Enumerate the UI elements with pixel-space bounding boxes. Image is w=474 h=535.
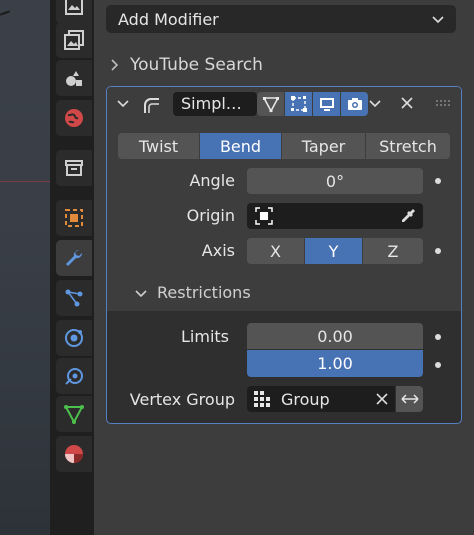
tab-modifiers[interactable] xyxy=(56,240,92,276)
world-icon xyxy=(65,109,83,127)
axis-z-button[interactable]: Z xyxy=(363,238,423,264)
drag-grip-icon[interactable] xyxy=(435,99,453,107)
empty-object-icon xyxy=(255,207,273,225)
material-icon xyxy=(65,445,83,463)
tab-collection[interactable] xyxy=(56,150,92,186)
properties-tab-column xyxy=(50,0,94,535)
vertex-group-value: Group xyxy=(281,389,330,409)
eyedropper-icon[interactable] xyxy=(399,207,417,225)
viewport-line xyxy=(0,10,11,16)
physics-icon xyxy=(65,329,83,347)
properties-panel: Add Modifier YouTube Search Simpl… Twist… xyxy=(94,0,474,535)
tab-data[interactable] xyxy=(56,396,92,432)
axis-x-button[interactable]: X xyxy=(247,238,305,264)
angle-field[interactable]: 0° xyxy=(247,168,423,194)
keyframe-dot[interactable] xyxy=(435,248,441,254)
tab-object[interactable] xyxy=(56,200,92,236)
origin-label: Origin xyxy=(186,206,235,225)
limits-label: Limits xyxy=(181,327,229,346)
add-modifier-label: Add Modifier xyxy=(118,9,219,29)
origin-field[interactable] xyxy=(247,203,423,229)
axis-y-button[interactable]: Y xyxy=(305,238,363,264)
modifier-header: Simpl… xyxy=(107,87,461,121)
chevron-down-icon[interactable] xyxy=(369,97,381,109)
youtube-search-panel-header[interactable]: YouTube Search xyxy=(108,52,458,78)
restrictions-label: Restrictions xyxy=(157,283,251,302)
viewport-display-toggle[interactable] xyxy=(313,92,340,116)
youtube-search-label: YouTube Search xyxy=(130,55,263,75)
invert-arrows-icon xyxy=(400,394,419,404)
on-cage-toggle[interactable] xyxy=(285,92,312,116)
tab-world[interactable] xyxy=(56,100,92,136)
limit-max-field[interactable]: 1.00 xyxy=(247,350,423,377)
tab-stretch[interactable]: Stretch xyxy=(366,133,450,159)
edit-mode-icon xyxy=(262,97,279,113)
simple-deform-icon xyxy=(144,98,159,113)
chevron-down-icon xyxy=(135,289,147,297)
camera-icon xyxy=(347,98,362,110)
vertex-group-label: Vertex Group xyxy=(129,390,235,409)
modifier-wrench-icon xyxy=(66,249,83,266)
keyframe-dot[interactable] xyxy=(435,334,441,340)
axis-selector: X Y Z xyxy=(247,238,423,264)
restrictions-subpanel-header[interactable]: Restrictions xyxy=(135,283,251,302)
object-icon xyxy=(65,209,83,227)
invert-vertex-group-button[interactable] xyxy=(396,386,423,412)
tab-bend[interactable]: Bend xyxy=(200,133,282,159)
chevron-down-icon[interactable] xyxy=(117,97,129,109)
particles-icon xyxy=(65,289,83,307)
tab-material[interactable] xyxy=(56,436,92,472)
keyframe-dot[interactable] xyxy=(435,362,441,368)
tab-constraints[interactable] xyxy=(56,358,92,394)
keyframe-dot[interactable] xyxy=(435,178,441,184)
deform-method-tabs: Twist Bend Taper Stretch xyxy=(118,133,450,159)
vertex-group-icon xyxy=(254,391,270,407)
monitor-icon xyxy=(319,98,334,111)
chevron-right-icon xyxy=(111,59,119,71)
tab-output[interactable] xyxy=(56,0,92,24)
x-axis-line xyxy=(0,181,50,182)
render-toggle[interactable] xyxy=(341,92,368,116)
chevron-down-icon xyxy=(432,16,444,24)
tab-twist[interactable]: Twist xyxy=(118,133,200,159)
vertex-group-field[interactable]: Group xyxy=(247,386,395,412)
collection-icon xyxy=(65,160,83,176)
image-icon xyxy=(65,0,83,15)
clear-icon[interactable] xyxy=(375,392,389,406)
axis-label: Axis xyxy=(201,241,235,260)
shading-icon xyxy=(66,71,82,86)
angle-label: Angle xyxy=(189,171,235,190)
limit-min-field[interactable]: 0.00 xyxy=(247,323,423,350)
modifier-name-field[interactable]: Simpl… xyxy=(173,92,257,116)
constraints-icon xyxy=(65,368,83,385)
edit-mode-toggle[interactable] xyxy=(257,92,284,116)
texture-icon xyxy=(64,30,84,50)
tab-scene[interactable] xyxy=(56,60,92,96)
tab-particles[interactable] xyxy=(56,280,92,316)
3d-viewport-edge[interactable] xyxy=(0,0,50,535)
data-icon xyxy=(64,405,84,425)
tab-view-layer[interactable] xyxy=(56,22,92,58)
cage-icon xyxy=(290,96,307,112)
tab-physics[interactable] xyxy=(56,320,92,356)
add-modifier-dropdown[interactable]: Add Modifier xyxy=(106,5,456,33)
close-icon[interactable] xyxy=(399,95,415,111)
simple-deform-modifier-panel: Simpl… Twist Bend Taper Stretch Angle 0°… xyxy=(106,86,462,424)
tab-taper[interactable]: Taper xyxy=(282,133,366,159)
